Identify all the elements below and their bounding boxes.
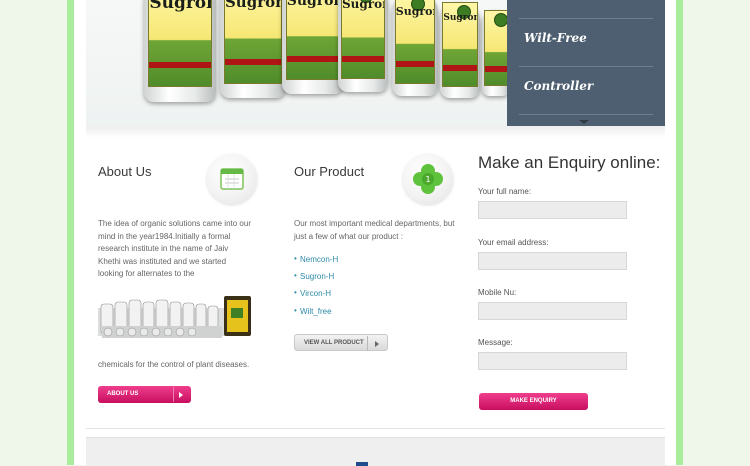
message-label: Message: [478, 338, 513, 347]
email-label: Your email address: [478, 238, 549, 247]
right-green-border [676, 0, 683, 465]
product-icon-circle: 1 [403, 154, 453, 204]
product-bottle: Sugron-H [220, 0, 286, 98]
product-intro: Our most important medical departments, … [294, 219, 455, 241]
about-text: The idea of organic solutions came into … [98, 219, 251, 278]
arrow-right-icon [375, 341, 379, 347]
bottle-label-text: Sugron-H [286, 0, 340, 9]
calendar-icon [220, 168, 244, 190]
slider-item-controller[interactable]: Controller [524, 79, 593, 93]
name-label: Your full name: [478, 187, 532, 196]
product-bottle [482, 10, 510, 96]
name-field[interactable] [478, 201, 627, 219]
view-all-product-button-label: View All Product [304, 340, 364, 346]
product-range-thumbnail [98, 296, 251, 338]
slider-down-arrow-icon[interactable] [579, 120, 589, 124]
about-us-button-label: About Us [107, 391, 139, 397]
product-bottle: Sugron-H [144, 0, 216, 102]
about-us-button[interactable]: About Us [98, 386, 191, 403]
about-icon-circle [207, 154, 257, 204]
banner-shadow [86, 126, 665, 138]
make-enquiry-button[interactable]: Make Enquiry [479, 393, 588, 410]
about-text-end: chemicals for the control of plant disea… [98, 360, 250, 369]
section-divider [86, 428, 665, 429]
product-title: Our Product [294, 164, 365, 179]
svg-text:1: 1 [425, 175, 430, 184]
left-green-border [67, 0, 74, 465]
footer-social-icon[interactable] [356, 462, 368, 466]
clover-icon: 1 [413, 164, 443, 194]
email-field[interactable] [478, 252, 627, 270]
slider-menu: Wilt-Free Controller [507, 0, 665, 126]
mobile-label: Mobile Nu: [478, 288, 517, 297]
slider-divider [519, 66, 653, 67]
product-bottle: Sugron-H [282, 0, 344, 94]
enquiry-title: Make an Enquiry online: [478, 153, 661, 172]
bottle-label-text: Sugron-H [149, 0, 210, 13]
slider-divider [519, 18, 653, 19]
product-link-sugron[interactable]: Sugron-H [294, 271, 334, 281]
product-bottle: Sugron-H [392, 0, 438, 96]
arrow-right-icon [179, 392, 183, 398]
bottle-label-text: Sugron-H [342, 0, 384, 11]
view-all-product-button[interactable]: View All Product [294, 334, 388, 351]
bottle-label-text: Sugron-H [443, 13, 476, 23]
slider-divider [519, 114, 653, 115]
product-bottle: Sugron-H [440, 2, 480, 98]
slider-item-wilt-free[interactable]: Wilt-Free [524, 31, 587, 45]
bottle-label-text: Sugron-H [395, 5, 435, 18]
about-title: About Us [98, 164, 152, 179]
product-bottle: Sugron-H [338, 0, 388, 92]
product-link-wilt-free[interactable]: Wilt_free [294, 306, 331, 316]
product-link-nemcon[interactable]: Nemcon-H [294, 254, 338, 264]
footer-bar [86, 437, 665, 466]
bottle-label-text: Sugron-H [224, 0, 281, 11]
product-link-vircon[interactable]: Vircon-H [294, 288, 331, 298]
message-field[interactable] [478, 352, 627, 370]
make-enquiry-button-label: Make Enquiry [510, 398, 557, 404]
mobile-field[interactable] [478, 302, 627, 320]
